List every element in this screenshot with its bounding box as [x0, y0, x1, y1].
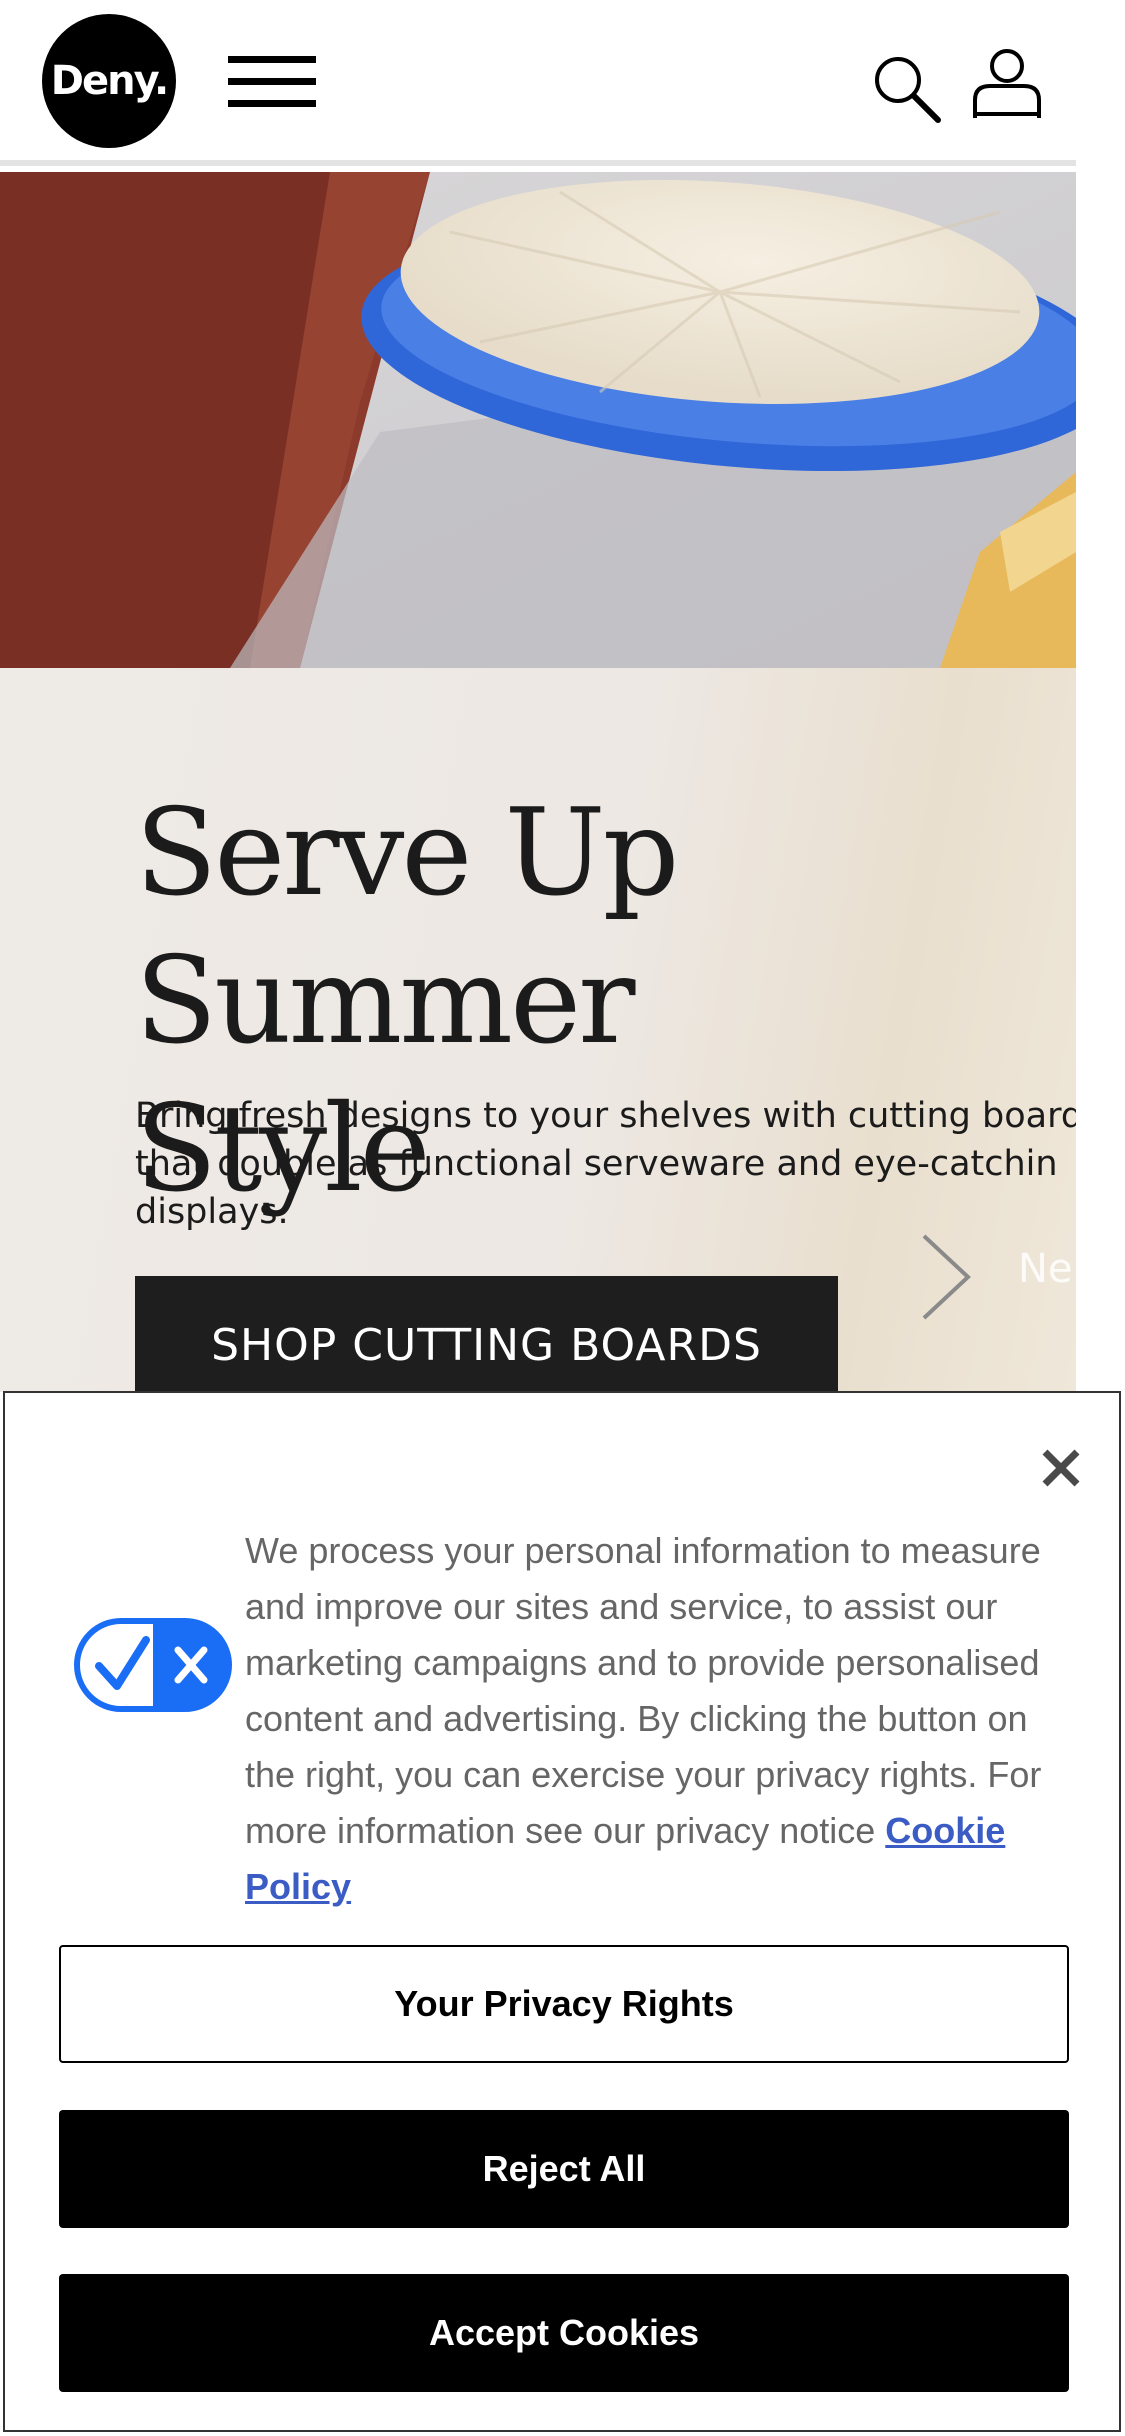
- cookie-description: We process your personal information to …: [245, 1523, 1085, 1915]
- hero-image: [0, 172, 1076, 668]
- hero-banner: Serve Up Summer Style Bring fresh design…: [0, 172, 1076, 1392]
- shop-cutting-boards-button[interactable]: SHOP CUTTING BOARDS: [135, 1276, 838, 1392]
- hero-subtitle: Bring fresh designs to your shelves with…: [135, 1096, 1076, 1232]
- search-icon[interactable]: [870, 52, 942, 124]
- cookie-consent-dialog: We process your personal information to …: [3, 1391, 1121, 2432]
- menu-icon[interactable]: [228, 56, 316, 108]
- hero-title-line-1: Serve Up: [135, 784, 679, 923]
- cookie-description-text: We process your personal information to …: [245, 1530, 1042, 1851]
- site-header: Deny.: [0, 0, 1076, 166]
- next-slide-label[interactable]: Ne: [1018, 1246, 1073, 1292]
- close-icon[interactable]: [1041, 1448, 1081, 1488]
- accept-cookies-button[interactable]: Accept Cookies: [59, 2274, 1069, 2392]
- privacy-toggle-icon: [74, 1618, 232, 1712]
- reject-all-button[interactable]: Reject All: [59, 2110, 1069, 2228]
- privacy-rights-button[interactable]: Your Privacy Rights: [59, 1945, 1069, 2063]
- deny-logo[interactable]: Deny.: [42, 14, 176, 148]
- account-icon[interactable]: [970, 48, 1044, 120]
- chevron-right-icon[interactable]: [918, 1232, 974, 1322]
- page-gutter: [1076, 160, 1125, 1392]
